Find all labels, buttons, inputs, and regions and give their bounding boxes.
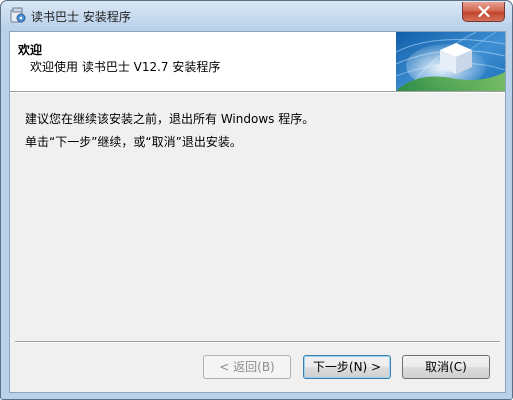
back-button[interactable]: < 返回(B) <box>203 355 291 379</box>
window-title: 读书巴士 安装程序 <box>31 10 131 24</box>
dialog-client-area: 欢迎 欢迎使用 读书巴士 V12.7 安装程序 建议您在继续该安装之前，退出所有… <box>9 31 506 393</box>
header-divider <box>10 92 505 93</box>
next-button[interactable]: 下一步(N) > <box>303 355 391 379</box>
instruction-next-or-cancel: 单击“下一步”继续，或“取消”退出安装。 <box>25 135 242 149</box>
header-subtitle: 欢迎使用 读书巴士 V12.7 安装程序 <box>30 60 221 74</box>
instruction-close-programs: 建议您在继续该安装之前，退出所有 Windows 程序。 <box>25 112 315 126</box>
cancel-button[interactable]: 取消(C) <box>402 355 490 379</box>
close-icon <box>477 6 490 17</box>
welcome-header-panel: 欢迎 欢迎使用 读书巴士 V12.7 安装程序 <box>10 32 505 93</box>
close-button[interactable] <box>462 2 505 22</box>
installer-window: 读书巴士 安装程序 欢迎 欢迎使用 读书巴士 V12.7 安装程序 建议您在继续… <box>0 0 513 400</box>
header-title: 欢迎 <box>18 43 43 57</box>
installer-app-icon <box>9 7 26 24</box>
footer-divider <box>15 341 500 343</box>
installer-banner-cube-globe-image <box>396 32 505 91</box>
title-bar[interactable]: 读书巴士 安装程序 <box>1 1 512 31</box>
